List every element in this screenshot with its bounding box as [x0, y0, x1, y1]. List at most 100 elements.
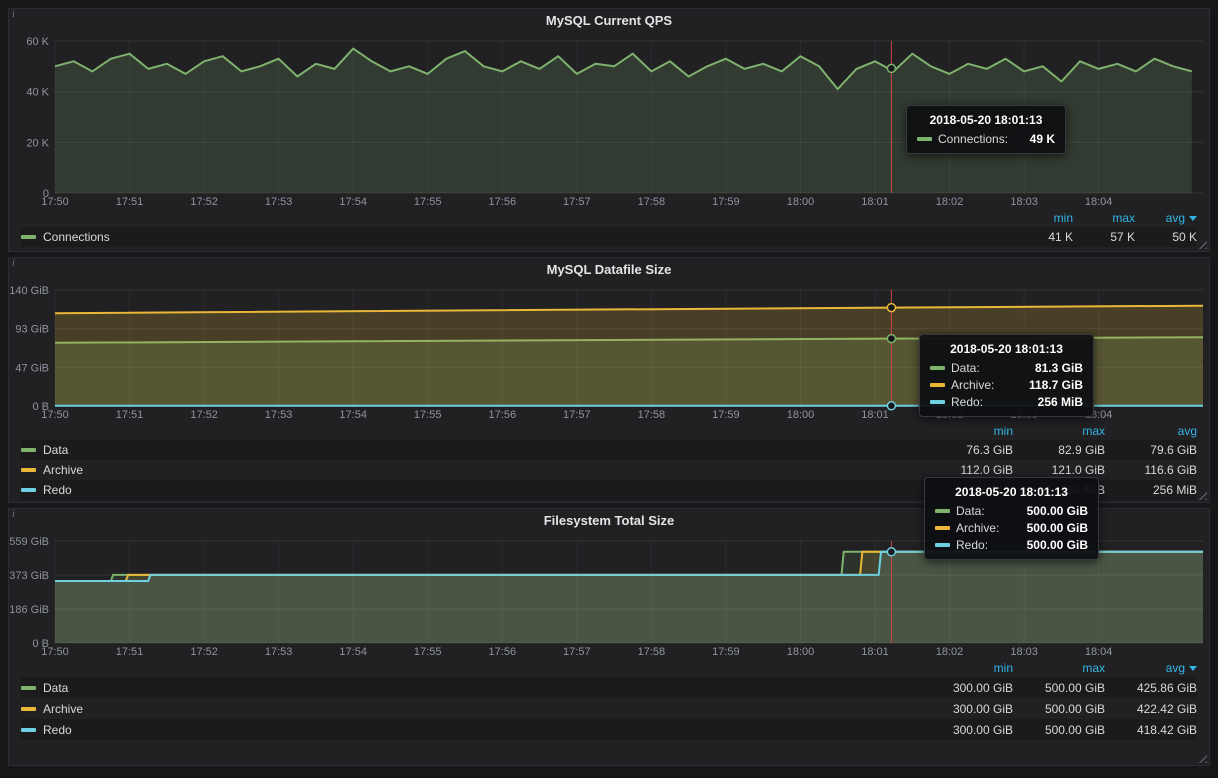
legend-avg-value: 256 MiB: [1105, 483, 1197, 497]
svg-text:17:51: 17:51: [116, 646, 144, 658]
svg-text:17:56: 17:56: [489, 409, 517, 421]
svg-text:40 K: 40 K: [26, 87, 49, 99]
tooltip-series-label: Archive:: [951, 378, 994, 392]
legend-item-connections[interactable]: Connections: [21, 230, 1011, 244]
legend-item-redo[interactable]: Redo: [21, 483, 921, 497]
legend-item-data[interactable]: Data: [21, 681, 921, 695]
tooltip-series-label: Connections:: [938, 132, 1008, 146]
legend-label: Redo: [43, 723, 72, 737]
panel-info-icon[interactable]: [12, 509, 15, 520]
legend-min-value: 112.0 GiB: [921, 463, 1013, 477]
legend-label: Archive: [43, 702, 83, 716]
panel-title[interactable]: MySQL Current QPS: [9, 9, 1209, 33]
legend-max-value: 121.0 GiB: [1013, 463, 1105, 477]
legend-sort-max[interactable]: max: [1073, 211, 1135, 225]
sort-caret-icon: [1189, 216, 1197, 221]
series-swatch: [21, 468, 36, 472]
tooltip-series-value: 81.3 GiB: [1023, 361, 1083, 375]
legend-label: Connections: [43, 230, 110, 244]
svg-text:17:59: 17:59: [712, 409, 740, 421]
svg-text:17:52: 17:52: [190, 409, 218, 421]
svg-text:17:52: 17:52: [190, 196, 218, 208]
svg-text:17:54: 17:54: [339, 646, 367, 658]
graph-tooltip: 2018-05-20 18:01:13 Data: 500.00 GiB Arc…: [924, 477, 1099, 560]
series-swatch: [917, 137, 932, 141]
legend-item-data[interactable]: Data: [21, 443, 921, 457]
svg-text:18:01: 18:01: [861, 196, 889, 208]
svg-text:17:53: 17:53: [265, 409, 293, 421]
legend-min-value: 300.00 GiB: [921, 702, 1013, 716]
svg-text:373 GiB: 373 GiB: [9, 570, 49, 582]
svg-text:47 GiB: 47 GiB: [15, 362, 49, 374]
svg-text:559 GiB: 559 GiB: [9, 536, 49, 548]
panel-info-icon[interactable]: [12, 258, 15, 269]
svg-text:18:02: 18:02: [936, 646, 964, 658]
legend-sort-min[interactable]: min: [921, 661, 1013, 675]
svg-text:17:57: 17:57: [563, 196, 591, 208]
svg-text:17:58: 17:58: [638, 196, 666, 208]
legend-avg-value: 116.6 GiB: [1105, 463, 1197, 477]
legend-min-value: 300.00 GiB: [921, 681, 1013, 695]
tooltip-series-label: Data:: [951, 361, 980, 375]
legend-sort-avg[interactable]: avg: [1105, 424, 1197, 438]
legend-row-connections: Connections 41 K 57 K 50 K: [21, 227, 1197, 247]
tooltip-series-value: 500.00 GiB: [1015, 521, 1088, 535]
series-swatch: [21, 728, 36, 732]
tooltip-row-archive: Archive: 500.00 GiB: [935, 521, 1088, 535]
legend-sort-min[interactable]: min: [1011, 211, 1073, 225]
svg-text:93 GiB: 93 GiB: [15, 324, 49, 336]
panel-mysql-datafile-size: MySQL Datafile Size 17:5017:5117:5217:53…: [8, 257, 1210, 503]
svg-text:17:53: 17:53: [265, 646, 293, 658]
tooltip-series-value: 118.7 GiB: [1017, 378, 1083, 392]
legend-max-value: 500.00 GiB: [1013, 681, 1105, 695]
svg-text:17:54: 17:54: [339, 409, 367, 421]
legend-item-archive[interactable]: Archive: [21, 702, 921, 716]
legend-item-archive[interactable]: Archive: [21, 463, 921, 477]
svg-text:17:55: 17:55: [414, 196, 442, 208]
svg-text:17:54: 17:54: [339, 196, 367, 208]
panel-filesystem-total-size: Filesystem Total Size 17:5017:5117:5217:…: [8, 508, 1210, 766]
legend-label: Data: [43, 681, 68, 695]
tooltip-timestamp: 2018-05-20 18:01:13: [917, 113, 1055, 127]
series-swatch: [930, 383, 945, 387]
legend-max-value: 82.9 GiB: [1013, 443, 1105, 457]
legend-max-value: 500.00 GiB: [1013, 702, 1105, 716]
graph-tooltip: 2018-05-20 18:01:13 Connections: 49 K: [906, 105, 1066, 154]
svg-text:17:57: 17:57: [563, 646, 591, 658]
legend-label: Data: [43, 443, 68, 457]
legend-header-row: min max avg: [21, 422, 1197, 440]
legend-avg-value: 422.42 GiB: [1105, 702, 1197, 716]
legend-sort-min[interactable]: min: [921, 424, 1013, 438]
svg-text:17:59: 17:59: [712, 196, 740, 208]
svg-text:0: 0: [43, 188, 49, 200]
tooltip-row-connections: Connections: 49 K: [917, 132, 1055, 146]
legend-max-value: 57 K: [1073, 230, 1135, 244]
legend-sort-avg[interactable]: avg: [1135, 211, 1197, 225]
legend-avg-value: 79.6 GiB: [1105, 443, 1197, 457]
svg-text:18:01: 18:01: [861, 646, 889, 658]
legend-sort-max[interactable]: max: [1013, 661, 1105, 675]
legend-item-redo[interactable]: Redo: [21, 723, 921, 737]
svg-text:17:58: 17:58: [638, 646, 666, 658]
legend-avg-value: 425.86 GiB: [1105, 681, 1197, 695]
svg-text:17:56: 17:56: [489, 196, 517, 208]
panel-title[interactable]: MySQL Datafile Size: [9, 258, 1209, 282]
legend-min-value: 300.00 GiB: [921, 723, 1013, 737]
svg-text:20 K: 20 K: [26, 137, 49, 149]
tooltip-series-label: Data:: [956, 504, 985, 518]
svg-text:17:55: 17:55: [414, 646, 442, 658]
series-swatch: [930, 400, 945, 404]
legend-avg-value: 418.42 GiB: [1105, 723, 1197, 737]
legend-avg-value: 50 K: [1135, 230, 1197, 244]
svg-text:0 B: 0 B: [32, 638, 49, 650]
svg-text:18:00: 18:00: [787, 196, 815, 208]
panel-resize-handle[interactable]: [1197, 753, 1207, 763]
legend-sort-max[interactable]: max: [1013, 424, 1105, 438]
tooltip-series-label: Redo:: [951, 395, 983, 409]
series-swatch: [935, 543, 950, 547]
filesystem-legend: min max avg Data 300.00 GiB 500.00 GiB 4…: [9, 659, 1209, 740]
panel-info-icon[interactable]: [12, 9, 15, 20]
legend-row-redo: Redo 300.00 GiB 500.00 GiB 418.42 GiB: [21, 719, 1197, 740]
svg-text:17:59: 17:59: [712, 646, 740, 658]
legend-sort-avg[interactable]: avg: [1105, 661, 1197, 675]
